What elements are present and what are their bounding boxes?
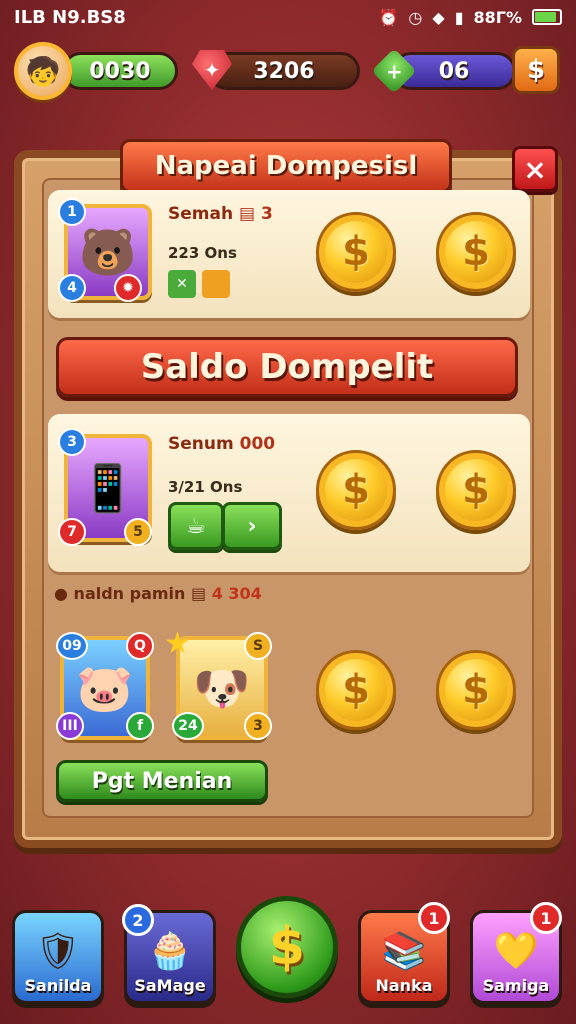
panel-title: Napeai Dompesisl [120,139,452,193]
bomb-icon: ✹ [114,274,142,302]
gems-value: 3206 [253,58,315,84]
shop-button[interactable]: $ [512,46,560,94]
player-avatar[interactable]: 🧒 [14,42,72,100]
gems-counter: 3206 [208,52,360,90]
level-badge: 1 [58,198,86,226]
bottom-nav: 🛡 Sanilda 🧁 SaMage 2 $ 📚 Nanka 1 💛 Samig… [0,892,576,1024]
nav-label: Sanilda [24,976,92,995]
nav-item-wallet[interactable]: $ [236,896,338,998]
check-icon[interactable]: ✕ [168,270,196,298]
row-title: Semah ▤ 3 [168,204,273,224]
coins-value: 0030 [89,58,151,84]
row-title-text: Senum [168,434,234,454]
status-left-text: ILB N9.BS8 [14,6,126,28]
claim-button[interactable]: Pgt Menian [56,760,268,802]
status-bar: ILB N9.BS8 ⏰ ◷ ◆ ▮ 88Г% [0,0,576,34]
signal-icon: ▮ [454,7,464,27]
q-badge: Q [126,632,154,660]
f-badge: f [126,712,154,740]
balance-note-text: naldn pamin [73,584,186,603]
count-badge: 7 [58,518,86,546]
balance-note: ● naldn pamin ▤ 4 304 [54,584,262,603]
coin-badge: S [244,632,272,660]
row-subtitle: 3/21 Ons [168,478,243,496]
tokens-value: 06 [438,58,470,84]
notification-badge: 1 [418,902,450,934]
close-button[interactable]: × [512,146,558,192]
shield-icon: 🛡 [35,931,81,972]
star-icon: ★ [164,626,191,661]
cup-button[interactable]: ☕ [168,502,224,550]
battery-icon [532,9,562,25]
orange-tag-icon[interactable] [202,270,230,298]
battery-percent: 88Г% [473,7,523,27]
coin-icon[interactable]: $ [316,650,396,730]
nav-label: Nanka [375,976,433,995]
level-badge: 3 [58,428,86,456]
clock-icon: ◷ [408,7,423,27]
dollar-icon: $ [526,55,546,85]
balance-note-count: 4 304 [211,584,262,603]
stack-icon: 📚 [381,931,427,972]
row-subtitle: 223 Ons [168,244,237,262]
balance-banner: Saldo Dompelit [56,337,518,397]
coin-icon[interactable]: $ [436,650,516,730]
alarm-icon: ⏰ [378,7,399,27]
count-badge: 4 [58,274,86,302]
dollar-icon: $ [268,917,306,977]
coin-icon[interactable]: $ [436,450,516,530]
coin-icon[interactable]: $ [436,212,516,292]
wifi-icon: ◆ [432,7,445,27]
close-icon: × [523,152,547,186]
coin-icon[interactable]: $ [316,212,396,292]
notification-badge: 2 [122,904,154,936]
next-button[interactable]: › [222,502,282,550]
coins-counter: 0030 [62,52,178,90]
crate-icon: ▤ [191,584,212,603]
notification-badge: 1 [530,902,562,934]
row-count: 000 [239,434,276,454]
resource-bar: 0030 🧒 3206 ✦ 06 + $ [0,42,576,102]
balance-banner-text: Saldo Dompelit [140,347,434,387]
row-title: Senum 000 [168,434,275,454]
crate-icon: ▤ [238,204,261,224]
coin-badge: 5 [124,518,152,546]
claim-button-label: Pgt Menian [91,768,233,794]
row-title-text: Semah [168,204,234,224]
reward-card-1: 🐻 1 4 ✹ Semah ▤ 3 223 Ons ✕ $ $ [48,190,530,318]
coin-icon[interactable]: $ [316,450,396,530]
stat-badge: III [56,712,84,740]
status-icons: ⏰ ◷ ◆ ▮ 88Г% [378,8,562,27]
nav-label: SaMage [134,976,206,995]
level-badge: 09 [56,632,88,660]
row-count: 3 [260,204,273,224]
heart-icon: 💛 [493,931,539,972]
count-badge: 3 [244,712,272,740]
nav-label: Samiga [482,976,550,995]
reward-card-2: 📱 3 7 5 Senum 000 3/21 Ons ☕ › $ $ [48,414,530,572]
nav-item-sanilda[interactable]: 🛡 Sanilda [12,910,104,1004]
panel-title-text: Napeai Dompesisl [154,151,418,181]
dot-icon: ● [54,584,68,603]
chevron-right-icon: › [247,513,257,539]
level-badge: 24 [172,712,204,740]
cup-icon: ☕ [186,513,206,539]
cupcake-icon: 🧁 [147,931,193,972]
